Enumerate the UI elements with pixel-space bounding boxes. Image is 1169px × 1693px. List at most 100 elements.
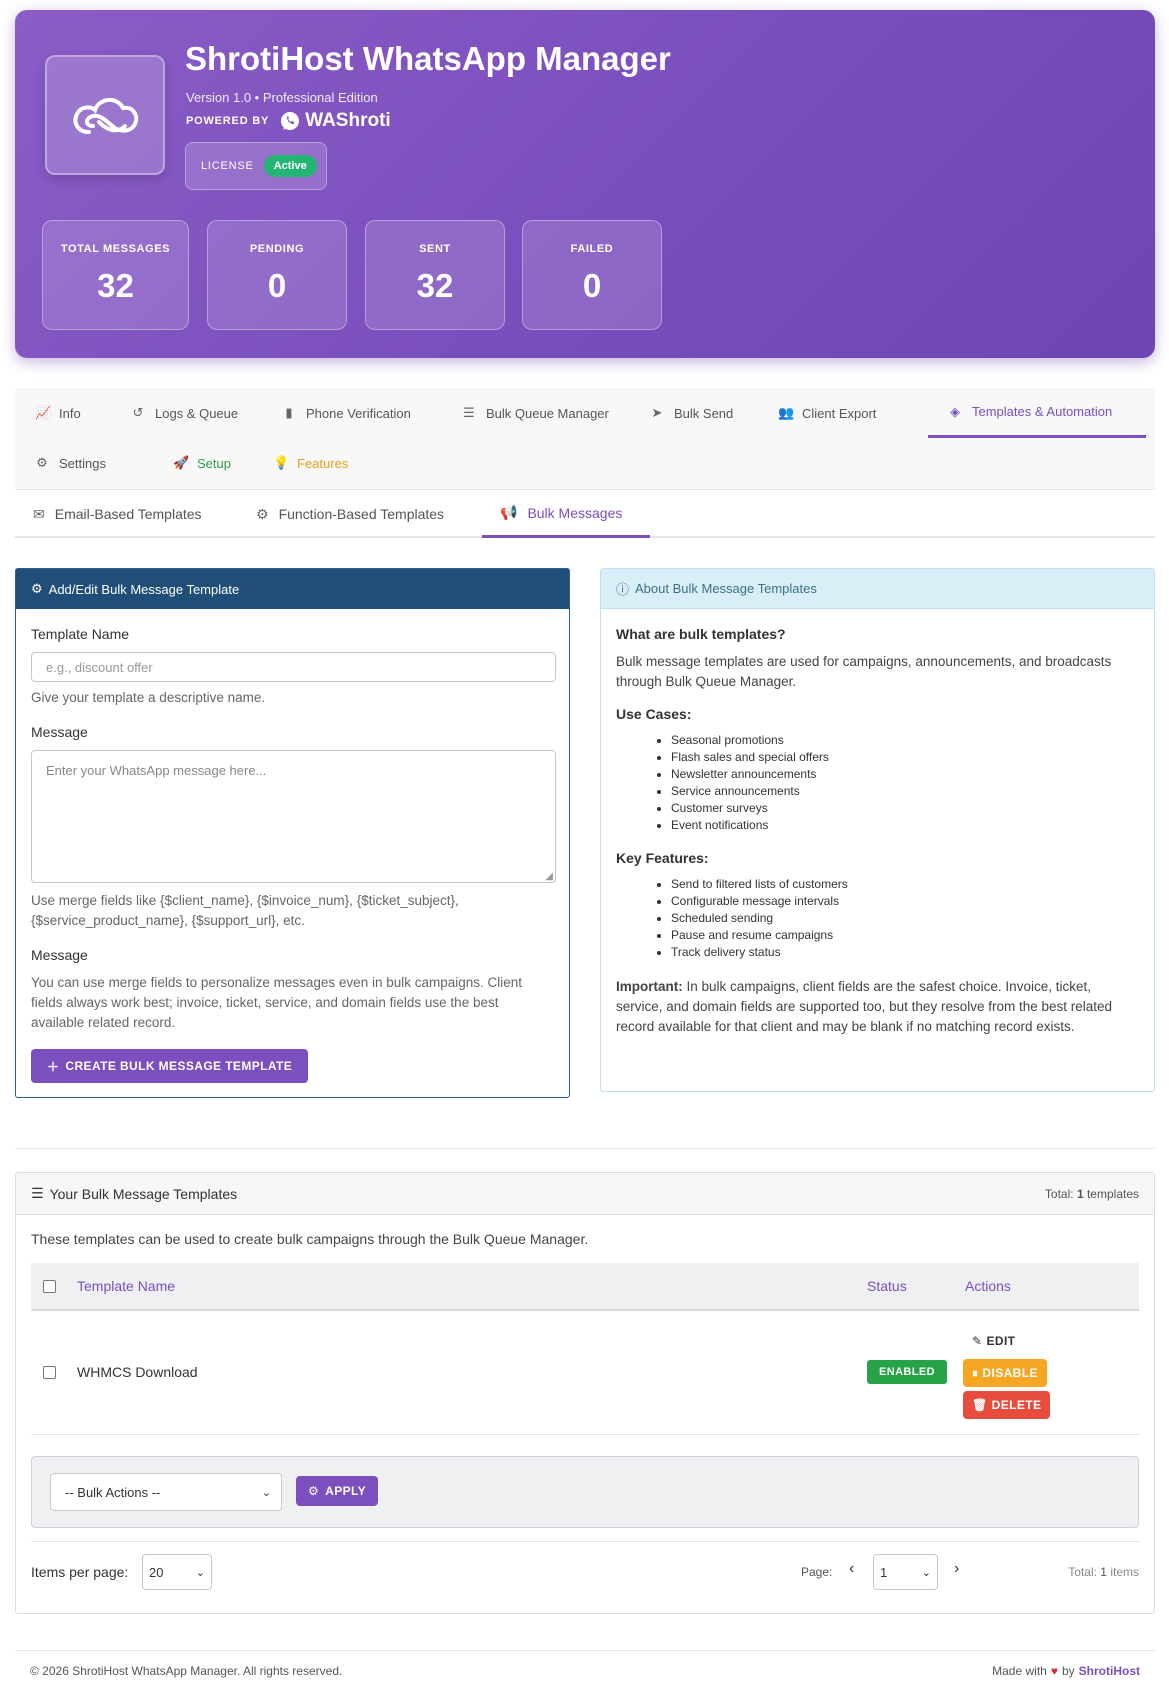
panel-header: ⓘ About Bulk Message Templates <box>601 569 1154 609</box>
list-item: Event notifications <box>671 817 1139 834</box>
list-item: Track delivery status <box>671 944 1139 961</box>
total-items-count: 1 <box>1100 1565 1107 1579</box>
stat-sent: SENT 32 <box>365 220 505 330</box>
subtab-bulk-messages[interactable]: 📢 Bulk Messages <box>482 490 650 538</box>
trash-icon: 🗑 <box>972 1398 988 1412</box>
per-page-label: Items per page: <box>31 1564 129 1580</box>
tab-client-export[interactable]: 👥 Client Export <box>758 388 896 438</box>
apply-label: APPLY <box>325 1484 367 1498</box>
subtab-label: Function-Based Templates <box>278 506 445 522</box>
footer-brand-link[interactable]: ShrotiHost <box>1079 1664 1140 1678</box>
delete-label: DELETE <box>991 1398 1042 1412</box>
tab-logs-queue[interactable]: ↺ Logs & Queue <box>111 388 258 438</box>
template-name-label: Template Name <box>31 626 130 642</box>
stat-label: TOTAL MESSAGES <box>60 243 171 255</box>
resize-handle-icon[interactable]: ◢ <box>545 871 553 882</box>
tab-label: Settings <box>59 455 106 471</box>
list-item: Customer surveys <box>671 800 1139 817</box>
stat-total-messages: TOTAL MESSAGES 32 <box>42 220 189 330</box>
chevron-left-icon[interactable]: ‹ <box>849 1560 854 1578</box>
about-question: What are bulk templates? <box>616 626 786 642</box>
list-item: Flash sales and special offers <box>671 749 1139 766</box>
tab-bulk-send[interactable]: ➤ Bulk Send <box>630 388 753 438</box>
message-textarea[interactable]: Enter your WhatsApp message here... ◢ <box>31 750 556 883</box>
powered-by-label: POWERED BY <box>186 115 270 127</box>
tasks-icon: ☰ <box>463 405 475 420</box>
list-item: Scheduled sending <box>671 910 1139 927</box>
row-checkbox[interactable] <box>43 1366 56 1379</box>
col-template-name[interactable]: Template Name <box>77 1278 175 1294</box>
tab-label: Setup <box>197 455 231 471</box>
page-select[interactable]: 1 ⌄ <box>873 1554 938 1590</box>
license-status-badge: Active <box>263 155 317 177</box>
subtab-function-templates[interactable]: ⚙ Function-Based Templates <box>238 490 462 538</box>
total-suffix: templates <box>1086 1186 1139 1201</box>
subtab-email-templates[interactable]: ✉ Email-Based Templates <box>15 490 220 538</box>
whatsapp-icon <box>281 112 300 130</box>
heart-icon: ♥ <box>1050 1663 1058 1678</box>
list-icon: ☰ <box>31 1185 44 1201</box>
tab-label: Features <box>297 455 349 471</box>
bullhorn-icon: 📢 <box>500 504 518 520</box>
plus-icon: ＋ <box>47 1059 60 1074</box>
tab-label: Bulk Queue Manager <box>486 405 609 421</box>
total-items: Total: 1 items <box>1068 1565 1139 1579</box>
chevron-right-icon[interactable]: › <box>954 1560 959 1578</box>
app-logo <box>45 55 165 175</box>
tab-label: Phone Verification <box>306 405 411 421</box>
per-page-select[interactable]: 20 ⌄ <box>142 1554 212 1590</box>
stat-label: FAILED <box>570 243 614 255</box>
gear-icon: ⚙ <box>31 581 43 596</box>
templates-card: ☰ Your Bulk Message Templates Total: 1 t… <box>15 1172 1155 1614</box>
template-name-help: Give your template a descriptive name. <box>31 690 266 705</box>
select-value: -- Bulk Actions -- <box>65 1484 161 1500</box>
total-items-suffix: items <box>1110 1565 1139 1579</box>
by-label: by <box>1061 1663 1075 1678</box>
features-heading: Key Features: <box>616 850 709 866</box>
edit-button[interactable]: ✎ EDIT <box>963 1327 1024 1355</box>
subtab-label: Email-Based Templates <box>54 506 202 522</box>
list-item: Send to filtered lists of customers <box>671 876 1139 893</box>
important-text: In bulk campaigns, client fields are the… <box>616 979 1113 1034</box>
list-item: Newsletter announcements <box>671 766 1139 783</box>
tab-phone-verification[interactable]: ▮ Phone Verification <box>262 388 431 438</box>
tab-settings[interactable]: ⚙ Settings <box>15 438 126 488</box>
tab-bulk-queue-manager[interactable]: ☰ Bulk Queue Manager <box>442 388 629 438</box>
col-actions: Actions <box>965 1278 1011 1294</box>
tab-label: Info <box>59 405 81 421</box>
cogs-icon: ⚙ <box>36 455 48 470</box>
template-name-input[interactable]: e.g., discount offer <box>31 652 556 682</box>
col-status[interactable]: Status <box>867 1278 907 1294</box>
stat-label: SENT <box>419 243 451 255</box>
tab-info[interactable]: 📈 Info <box>15 388 101 438</box>
app-title: ShrotiHost WhatsApp Manager <box>185 40 671 77</box>
about-panel: ⓘ About Bulk Message Templates What are … <box>600 568 1155 1092</box>
app-version: Version 1.0 • Professional Edition <box>186 90 378 105</box>
select-all-checkbox[interactable] <box>43 1280 56 1293</box>
table-header: Template Name Status Actions <box>31 1263 1139 1311</box>
note-text: You can use merge fields to personalize … <box>31 975 523 1030</box>
tab-label: Logs & Queue <box>155 405 239 421</box>
list-item: Seasonal promotions <box>671 732 1139 749</box>
apply-button[interactable]: ⚙ APPLY <box>296 1476 379 1506</box>
disable-button[interactable]: ⏸ DISABLE <box>963 1359 1047 1387</box>
list-item: Configurable message intervals <box>671 893 1139 910</box>
disable-label: DISABLE <box>982 1366 1038 1380</box>
tab-templates-automation[interactable]: ◈ Templates & Automation <box>928 388 1146 438</box>
bulk-actions-select[interactable]: -- Bulk Actions -- ⌄ <box>50 1473 282 1511</box>
tab-setup[interactable]: 🚀 Setup <box>153 438 251 488</box>
templates-header: ☰ Your Bulk Message Templates Total: 1 t… <box>16 1173 1154 1215</box>
delete-button[interactable]: 🗑 DELETE <box>963 1391 1051 1419</box>
stat-label: PENDING <box>249 243 305 255</box>
rocket-icon: 🚀 <box>173 455 190 470</box>
templates-description: These templates can be used to create bu… <box>31 1231 589 1247</box>
templates-total: Total: 1 templates <box>1045 1187 1139 1201</box>
create-template-button[interactable]: ＋ CREATE BULK MESSAGE TEMPLATE <box>31 1049 309 1083</box>
note-label: Message <box>31 947 88 963</box>
made-with: Made with ♥ by ShrotiHost <box>992 1664 1140 1678</box>
app-header: ShrotiHost WhatsApp Manager Version 1.0 … <box>15 10 1155 358</box>
brand-name: WAShroti <box>305 110 391 131</box>
tab-features[interactable]: 💡 Features <box>253 438 368 488</box>
about-description: Bulk message templates are used for camp… <box>616 654 1112 689</box>
sub-tabs: ✉ Email-Based Templates ⚙ Function-Based… <box>15 490 1155 538</box>
